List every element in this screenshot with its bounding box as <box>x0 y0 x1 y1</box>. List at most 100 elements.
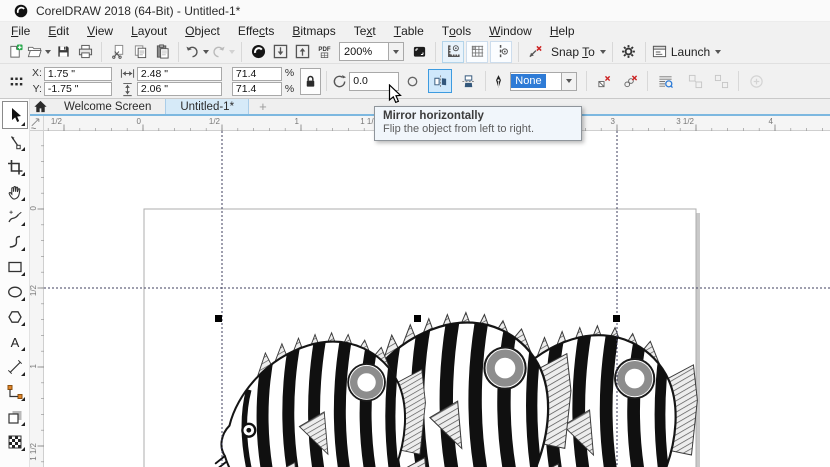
clear-transformations-button[interactable] <box>592 69 616 93</box>
menu-item-layout[interactable]: Layout <box>122 22 176 40</box>
get-more-button[interactable] <box>247 41 269 63</box>
menu-item-bitmaps[interactable]: Bitmaps <box>283 22 344 40</box>
snap-off-button[interactable] <box>524 41 546 63</box>
drawing-canvas[interactable] <box>44 131 830 467</box>
menu-item-tools[interactable]: Tools <box>433 22 480 40</box>
drop-shadow-tool[interactable] <box>2 404 28 429</box>
new-document-button[interactable] <box>4 41 26 63</box>
canvas-viewport[interactable] <box>44 131 830 467</box>
selection-handle[interactable] <box>613 315 620 322</box>
menu-bar: FileEditViewLayoutObjectEffectsBitmapsTe… <box>0 22 830 40</box>
divider <box>518 42 519 62</box>
tab-untitled-1[interactable]: Untitled-1* <box>165 99 249 114</box>
zoom-level-combo[interactable]: 200% <box>339 42 404 61</box>
menu-item-object[interactable]: Object <box>176 22 229 40</box>
menu-item-edit[interactable]: Edit <box>39 22 78 40</box>
menu-item-window[interactable]: Window <box>480 22 541 40</box>
show-grid-icon <box>470 44 485 59</box>
save-button[interactable] <box>52 41 74 63</box>
fullscreen-button[interactable] <box>408 41 430 63</box>
quick-customize-button[interactable] <box>744 69 768 93</box>
outline-width-combo[interactable]: None <box>510 72 577 91</box>
spline-tool[interactable] <box>2 229 28 254</box>
mirror-horizontally-button[interactable] <box>428 69 452 93</box>
show-rulers-button[interactable] <box>442 41 464 63</box>
scale-h-field[interactable] <box>232 67 282 81</box>
crop-tool[interactable] <box>2 154 28 179</box>
standard-toolbar: PDF200% Snap To Launch <box>0 40 830 64</box>
object-position-button[interactable] <box>4 69 28 93</box>
group-objects-button[interactable] <box>683 69 707 93</box>
open-icon <box>27 44 42 59</box>
tab-welcome-screen[interactable]: Welcome Screen <box>50 99 165 114</box>
show-grid-button[interactable] <box>466 41 488 63</box>
menu-item-view[interactable]: View <box>78 22 122 40</box>
get-more-icon <box>251 44 266 59</box>
selection-handle[interactable] <box>215 315 222 322</box>
paste-icon <box>155 44 170 59</box>
launch-icon <box>652 44 667 59</box>
menu-item-file[interactable]: File <box>2 22 39 40</box>
import-button[interactable] <box>269 41 291 63</box>
pan-tool[interactable] <box>2 179 28 204</box>
new-document-tab-button[interactable]: + <box>249 99 277 114</box>
cut-button[interactable] <box>107 41 129 63</box>
svg-text:1/2: 1/2 <box>51 117 63 126</box>
tooltip: Mirror horizontally Flip the object from… <box>374 106 582 141</box>
mirror-vertically-button[interactable] <box>456 69 480 93</box>
text-tool[interactable]: A <box>2 329 28 354</box>
launch-dropdown[interactable]: Launch <box>651 41 722 63</box>
flyout-indicator <box>21 397 25 401</box>
home-button[interactable] <box>30 99 50 114</box>
dimension-tool[interactable] <box>2 354 28 379</box>
menu-item-table[interactable]: Table <box>385 22 433 40</box>
outline-width-dropdown-button[interactable] <box>562 72 577 91</box>
lock-ratio-button[interactable] <box>300 68 321 95</box>
show-guidelines-button[interactable] <box>490 41 512 63</box>
open-button[interactable] <box>26 41 52 63</box>
flyout-indicator <box>21 147 25 151</box>
freehand-tool[interactable] <box>2 204 28 229</box>
menu-item-help[interactable]: Help <box>541 22 584 40</box>
fullscreen-icon <box>412 44 427 59</box>
copy-button[interactable] <box>129 41 151 63</box>
clear-transformations-icon <box>597 74 612 89</box>
pdf-button[interactable]: PDF <box>313 41 335 63</box>
y-position-field[interactable] <box>44 82 112 96</box>
redo-button[interactable] <box>210 41 236 63</box>
scale-v-field[interactable] <box>232 82 282 96</box>
clear-effects-button[interactable] <box>618 69 642 93</box>
divider <box>647 71 648 91</box>
menu-item-effects[interactable]: Effects <box>229 22 283 40</box>
undo-button[interactable] <box>184 41 210 63</box>
home-icon <box>33 99 48 114</box>
wrap-paragraph-text-button[interactable] <box>653 69 677 93</box>
connector-tool[interactable] <box>2 379 28 404</box>
options-gear-button[interactable] <box>618 41 640 63</box>
export-button[interactable] <box>291 41 313 63</box>
zoom-dropdown-button[interactable] <box>389 42 404 61</box>
polygon-tool[interactable] <box>2 304 28 329</box>
svg-text:0: 0 <box>30 205 38 210</box>
ungroup-objects-button[interactable] <box>709 69 733 93</box>
chevron-down-icon <box>566 79 572 83</box>
flyout-indicator <box>21 422 25 426</box>
x-position-field[interactable] <box>44 67 112 81</box>
flyout-indicator <box>21 372 25 376</box>
shape-tool[interactable] <box>2 129 28 154</box>
selection-handle[interactable] <box>414 315 421 322</box>
transparency-tool[interactable] <box>2 429 28 454</box>
vertical-ruler[interactable]: 01/211 1/2 <box>30 131 44 467</box>
menu-item-text[interactable]: Text <box>345 22 385 40</box>
snap-to-dropdown[interactable]: Snap To <box>546 41 607 63</box>
ellipse-tool[interactable] <box>2 279 28 304</box>
print-button[interactable] <box>74 41 96 63</box>
quick-customize-icon <box>749 74 764 89</box>
ruler-origin-button[interactable] <box>30 116 44 131</box>
pick-tool[interactable] <box>2 101 28 129</box>
object-height-field[interactable] <box>137 82 222 96</box>
object-width-field[interactable] <box>137 67 222 81</box>
svg-text:0: 0 <box>137 117 142 126</box>
rectangle-tool[interactable] <box>2 254 28 279</box>
paste-button[interactable] <box>151 41 173 63</box>
